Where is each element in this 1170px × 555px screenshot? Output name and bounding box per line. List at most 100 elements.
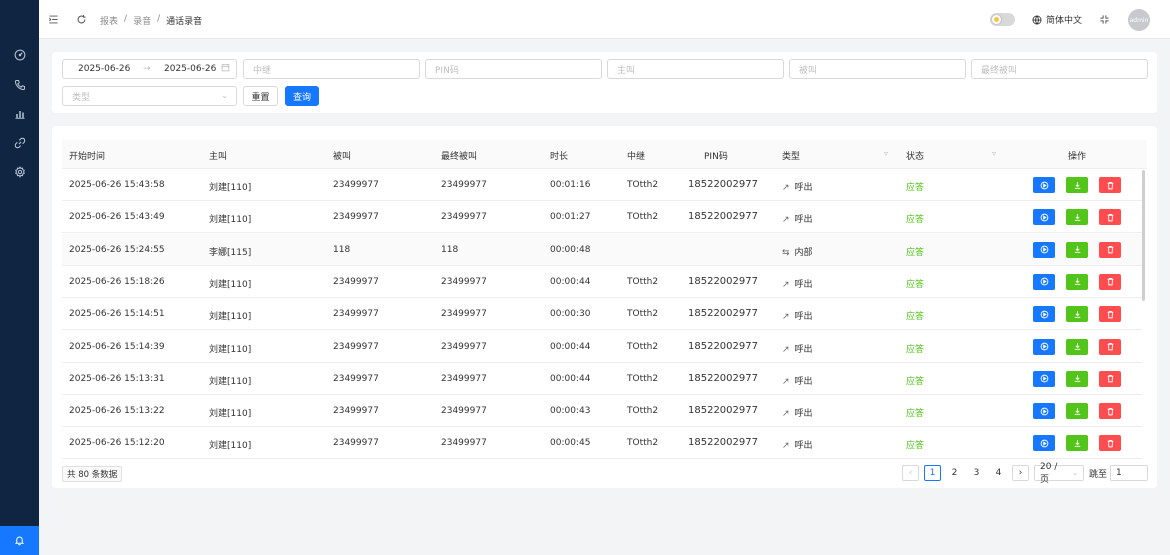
delete-button[interactable] bbox=[1099, 435, 1121, 452]
arrow-up-right-icon: ↗ bbox=[782, 215, 790, 226]
table-row[interactable]: 2025-06-26 15:24:55 李娜[115] 118 118 00:00:48… bbox=[62, 233, 1142, 266]
breadcrumb-separator: / bbox=[157, 14, 161, 24]
theme-toggle[interactable] bbox=[990, 13, 1015, 26]
play-button[interactable] bbox=[1033, 209, 1055, 226]
download-button[interactable] bbox=[1066, 209, 1088, 226]
bell-icon[interactable] bbox=[0, 526, 39, 555]
language-switcher[interactable]: 简体中文 bbox=[1032, 13, 1082, 26]
table-row[interactable]: 2025-06-26 15:43:58 刘建[110] 23499977 234999… bbox=[62, 169, 1142, 201]
breadcrumb-separator: / bbox=[124, 14, 128, 24]
page-4-button[interactable]: 4 bbox=[990, 465, 1007, 481]
page-size-select[interactable]: 20 / 页 ⌄ bbox=[1034, 462, 1084, 485]
download-button[interactable] bbox=[1066, 370, 1088, 387]
delete-button[interactable] bbox=[1099, 403, 1121, 420]
next-page-button[interactable]: › bbox=[1012, 465, 1029, 481]
delete-button[interactable] bbox=[1099, 209, 1121, 226]
cell-type-label: 呼出 bbox=[794, 215, 813, 226]
play-icon bbox=[1040, 374, 1049, 383]
cell-final-callee: 23499977 bbox=[441, 212, 487, 223]
play-button[interactable] bbox=[1033, 241, 1055, 258]
table-row[interactable]: 2025-06-26 15:43:49 刘建[110] 23499977 234999… bbox=[62, 201, 1142, 234]
delete-button[interactable] bbox=[1099, 177, 1121, 193]
table-scrollbar[interactable] bbox=[1142, 170, 1145, 301]
cell-callee: 23499977 bbox=[333, 180, 379, 190]
cell-callee: 23499977 bbox=[333, 438, 379, 449]
delete-button[interactable] bbox=[1099, 338, 1121, 355]
download-button[interactable] bbox=[1066, 306, 1088, 323]
delete-button[interactable] bbox=[1099, 273, 1121, 290]
play-button[interactable] bbox=[1033, 338, 1055, 355]
status-filter-icon[interactable]: ▿ bbox=[992, 149, 996, 158]
download-button[interactable] bbox=[1066, 435, 1088, 452]
cell-caller: 李娜[115] bbox=[209, 247, 252, 258]
type-filter-icon[interactable]: ▿ bbox=[884, 149, 888, 158]
download-button[interactable] bbox=[1066, 241, 1088, 258]
download-button[interactable] bbox=[1066, 273, 1088, 290]
download-icon bbox=[1073, 213, 1082, 222]
cell-final-callee: 23499977 bbox=[441, 438, 487, 449]
trunk-input[interactable]: 中继 bbox=[243, 59, 420, 79]
table-row[interactable]: 2025-06-26 15:13:22 刘建[110] 23499977 234999… bbox=[62, 395, 1142, 428]
cell-callee: 23499977 bbox=[333, 373, 379, 384]
page-2-button[interactable]: 2 bbox=[946, 465, 963, 481]
bar-chart-icon[interactable] bbox=[0, 105, 39, 123]
play-button[interactable] bbox=[1033, 273, 1055, 290]
download-button[interactable] bbox=[1066, 403, 1088, 420]
query-button[interactable]: 查询 bbox=[285, 86, 319, 106]
caller-input[interactable]: 主叫 bbox=[607, 59, 784, 79]
prev-page-button[interactable]: ‹ bbox=[902, 465, 919, 481]
arrow-up-right-icon: ↗ bbox=[782, 376, 790, 387]
type-select[interactable]: 类型 ⌄ bbox=[62, 86, 237, 106]
play-icon bbox=[1040, 310, 1049, 319]
delete-button[interactable] bbox=[1099, 241, 1121, 258]
refresh-icon[interactable] bbox=[75, 13, 87, 25]
page-3-button[interactable]: 3 bbox=[968, 465, 985, 481]
cell-callee: 23499977 bbox=[333, 276, 379, 287]
breadcrumb-item-recording[interactable]: 录音 bbox=[133, 14, 151, 27]
download-button[interactable] bbox=[1066, 338, 1088, 355]
table-row[interactable]: 2025-06-26 15:14:51 刘建[110] 23499977 234999… bbox=[62, 298, 1142, 331]
cell-trunk: TOtth2 bbox=[627, 406, 659, 417]
cell-callee: 23499977 bbox=[333, 406, 379, 417]
page-1-button[interactable]: 1 bbox=[924, 465, 941, 481]
trash-icon bbox=[1106, 245, 1115, 254]
cell-callee: 23499977 bbox=[333, 341, 379, 352]
download-button[interactable] bbox=[1066, 177, 1088, 193]
delete-button[interactable] bbox=[1099, 306, 1121, 323]
date-end[interactable]: 2025-06-26 bbox=[164, 64, 216, 74]
play-button[interactable] bbox=[1033, 403, 1055, 420]
menu-fold-icon[interactable] bbox=[47, 13, 59, 25]
chevron-down-icon: ⌄ bbox=[1072, 469, 1078, 477]
table-row[interactable]: 2025-06-26 15:12:20 刘建[110] 23499977 234999… bbox=[62, 427, 1142, 460]
date-start[interactable]: 2025-06-26 bbox=[78, 64, 130, 74]
final-callee-input[interactable]: 最终被叫 bbox=[971, 59, 1148, 79]
play-button[interactable] bbox=[1033, 177, 1055, 193]
globe-icon bbox=[1032, 15, 1042, 25]
date-range-picker[interactable]: 2025-06-26 → 2025-06-26 bbox=[62, 59, 237, 79]
cell-caller: 刘建[110] bbox=[209, 441, 252, 452]
play-icon bbox=[1040, 277, 1049, 286]
table-row[interactable]: 2025-06-26 15:18:26 刘建[110] 23499977 234999… bbox=[62, 265, 1142, 298]
link-icon[interactable] bbox=[0, 134, 39, 152]
table-row[interactable]: 2025-06-26 15:13:31 刘建[110] 23499977 234999… bbox=[62, 362, 1142, 395]
jump-page-input[interactable]: 1 bbox=[1110, 465, 1148, 481]
play-button[interactable] bbox=[1033, 435, 1055, 452]
reset-button[interactable]: 重置 bbox=[243, 86, 278, 106]
cell-caller: 刘建[110] bbox=[209, 183, 252, 193]
delete-button[interactable] bbox=[1099, 370, 1121, 387]
play-button[interactable] bbox=[1033, 306, 1055, 323]
cell-type: ↗ 呼出 bbox=[782, 180, 813, 193]
filter-panel: 2025-06-26 → 2025-06-26 中继 PIN码 主叫 被叫 最终… bbox=[52, 52, 1157, 113]
breadcrumb-item-report[interactable]: 报表 bbox=[100, 14, 118, 27]
phone-icon[interactable] bbox=[0, 76, 39, 94]
fullscreen-icon[interactable] bbox=[1098, 13, 1110, 25]
avatar[interactable]: admin bbox=[1128, 9, 1150, 31]
table-row[interactable]: 2025-06-26 15:14:39 刘建[110] 23499977 234999… bbox=[62, 330, 1142, 363]
callee-input[interactable]: 被叫 bbox=[789, 59, 966, 79]
pin-input[interactable]: PIN码 bbox=[425, 59, 602, 79]
dashboard-icon[interactable] bbox=[0, 46, 39, 64]
cell-duration: 00:00:48 bbox=[550, 244, 591, 255]
play-button[interactable] bbox=[1033, 370, 1055, 387]
gear-icon[interactable] bbox=[0, 163, 39, 181]
cell-callee: 23499977 bbox=[333, 309, 379, 320]
